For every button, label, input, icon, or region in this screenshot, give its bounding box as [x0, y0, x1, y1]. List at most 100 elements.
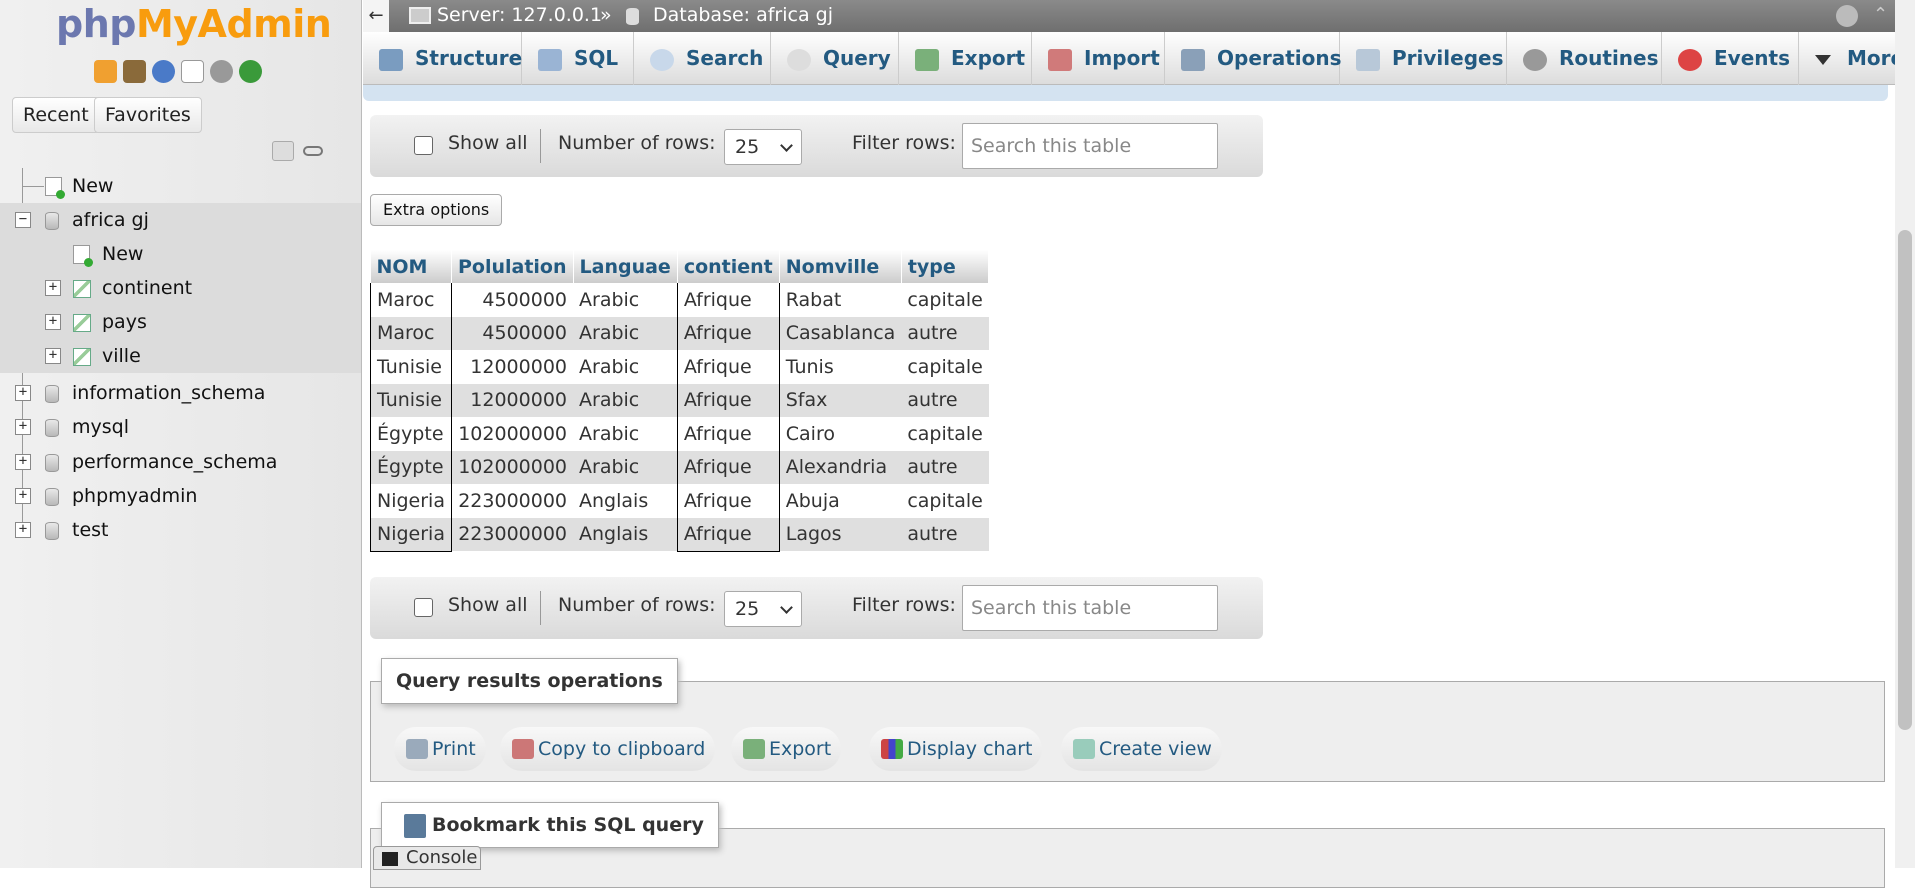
expand-icon[interactable]: + [15, 385, 31, 401]
expand-icon[interactable]: + [15, 488, 31, 504]
table-cell[interactable]: 102000000 [451, 417, 574, 451]
table-row[interactable]: Égypte 102000000 Arabic Afrique Cairo capital… [370, 417, 989, 451]
table-cell[interactable]: Anglais [573, 484, 678, 518]
collapse-top-icon[interactable]: ⌃ [1873, 4, 1888, 25]
table-cell[interactable]: capitale [901, 350, 989, 384]
table-cell[interactable]: Arabic [573, 450, 678, 484]
expand-icon[interactable]: + [15, 454, 31, 470]
table-row[interactable]: Maroc 4500000 Arabic Afrique Rabat capitale [370, 283, 989, 317]
table-cell[interactable]: Tunis [779, 350, 902, 384]
table-cell[interactable]: Arabic [573, 283, 678, 317]
reload-icon[interactable] [239, 60, 262, 83]
settings-gear-icon[interactable] [1836, 5, 1858, 27]
column-header[interactable]: contient [677, 250, 780, 283]
table-cell[interactable]: Nigeria [370, 484, 452, 518]
table-row[interactable]: Tunisie 12000000 Arabic Afrique Sfax autre [370, 383, 989, 417]
breadcrumb-database[interactable]: Database: africa gj [653, 4, 833, 26]
tree-item-table-continent[interactable]: + continent [0, 271, 361, 305]
tab-privileges[interactable]: Privileges [1340, 32, 1507, 85]
table-cell[interactable]: Égypte [370, 417, 452, 451]
table-cell[interactable]: Sfax [779, 383, 902, 417]
tree-item-db-test[interactable]: + test [0, 513, 361, 547]
column-header[interactable]: Polulation [451, 250, 574, 283]
tab-structure[interactable]: Structure [363, 32, 522, 85]
table-row[interactable]: Nigeria 223000000 Anglais Afrique Abuja capit… [370, 484, 989, 518]
filter-rows-input[interactable]: Search this table [962, 123, 1218, 169]
console-toggle[interactable]: Console [373, 846, 481, 870]
extra-options-button[interactable]: Extra options [370, 194, 503, 226]
expand-icon[interactable]: + [45, 314, 61, 330]
collapse-icon[interactable]: − [15, 212, 31, 228]
tab-events[interactable]: Events [1662, 32, 1799, 85]
exit-icon[interactable] [123, 60, 146, 83]
back-arrow-icon[interactable]: ← [363, 0, 389, 32]
copy-to-clipboard-button[interactable]: Copy to clipboard [500, 727, 716, 771]
table-cell[interactable]: 4500000 [451, 316, 574, 350]
table-cell[interactable]: autre [901, 450, 989, 484]
tree-item-db-performance-schema[interactable]: + performance_schema [0, 445, 361, 479]
table-cell[interactable]: Casablanca [779, 316, 902, 350]
breadcrumb-server[interactable]: Server: 127.0.0.1 [437, 4, 602, 26]
bookmark-title[interactable]: Bookmark this SQL query [381, 802, 719, 848]
table-row[interactable]: Maroc 4500000 Arabic Afrique Casablanca autre [370, 316, 989, 350]
tree-item-db-new[interactable]: New [0, 237, 361, 271]
table-cell[interactable]: Tunisie [370, 383, 452, 417]
recent-tab[interactable]: Recent [12, 97, 100, 133]
table-cell[interactable]: Lagos [779, 517, 902, 551]
column-header[interactable]: Nomville [779, 250, 902, 283]
table-cell[interactable]: 4500000 [451, 283, 574, 317]
table-cell[interactable]: 102000000 [451, 450, 574, 484]
settings-icon[interactable] [210, 60, 233, 83]
show-all-checkbox[interactable] [414, 598, 433, 617]
table-cell[interactable]: 12000000 [451, 383, 574, 417]
help-icon[interactable] [152, 60, 175, 83]
table-cell[interactable]: Cairo [779, 417, 902, 451]
table-cell[interactable]: Abuja [779, 484, 902, 518]
column-header[interactable]: Languae [573, 250, 678, 283]
table-cell[interactable]: Arabic [573, 316, 678, 350]
table-cell[interactable]: 12000000 [451, 350, 574, 384]
column-header[interactable]: NOM [370, 250, 452, 283]
rows-per-page-select[interactable]: 25 [724, 591, 802, 627]
tree-item-db-phpmyadmin[interactable]: + phpmyadmin [0, 479, 361, 513]
table-cell[interactable]: 223000000 [451, 517, 574, 551]
table-cell[interactable]: Afrique [676, 383, 780, 417]
table-cell[interactable]: Alexandria [779, 450, 902, 484]
table-cell[interactable]: Maroc [370, 316, 452, 350]
tab-operations[interactable]: Operations [1165, 32, 1342, 85]
docs-icon[interactable] [181, 60, 204, 83]
table-cell[interactable]: Afrique [676, 450, 780, 484]
table-cell[interactable]: capitale [901, 283, 989, 317]
table-cell[interactable]: Afrique [676, 484, 780, 518]
table-cell[interactable]: Afrique [676, 350, 780, 384]
table-cell[interactable]: Afrique [676, 517, 780, 552]
filter-rows-input[interactable]: Search this table [962, 585, 1218, 631]
tab-sql[interactable]: SQL [522, 32, 634, 85]
page-scrollbar[interactable] [1895, 0, 1915, 868]
tab-routines[interactable]: Routines [1507, 32, 1662, 85]
tree-item-db-africa-gj[interactable]: − africa gj [0, 203, 361, 237]
tree-item-table-ville[interactable]: + ville [0, 339, 361, 373]
export-button[interactable]: Export [731, 727, 842, 771]
table-cell[interactable]: Arabic [573, 383, 678, 417]
table-cell[interactable]: Nigeria [370, 517, 452, 552]
table-row[interactable]: Nigeria 223000000 Anglais Afrique Lagos autre [370, 517, 989, 552]
tab-query[interactable]: Query [771, 32, 899, 85]
table-cell[interactable]: autre [901, 383, 989, 417]
column-header[interactable]: type [901, 250, 990, 283]
table-row[interactable]: Égypte 102000000 Arabic Afrique Alexandria au… [370, 450, 989, 484]
tree-item-table-pays[interactable]: + pays [0, 305, 361, 339]
table-cell[interactable]: Afrique [676, 316, 780, 350]
table-cell[interactable]: Tunisie [370, 350, 452, 384]
tree-item-db-information-schema[interactable]: + information_schema [0, 376, 361, 410]
create-view-button[interactable]: Create view [1061, 727, 1222, 771]
table-cell[interactable]: Afrique [676, 417, 780, 451]
tab-search[interactable]: Search [634, 32, 771, 85]
tree-item-db-mysql[interactable]: + mysql [0, 410, 361, 444]
scrollbar-thumb[interactable] [1898, 230, 1912, 730]
table-cell[interactable]: Arabic [573, 417, 678, 451]
table-cell[interactable]: 223000000 [451, 484, 574, 518]
rows-per-page-select[interactable]: 25 [724, 129, 802, 165]
link-with-main-icon[interactable] [303, 141, 325, 161]
table-cell[interactable]: Rabat [779, 283, 902, 317]
